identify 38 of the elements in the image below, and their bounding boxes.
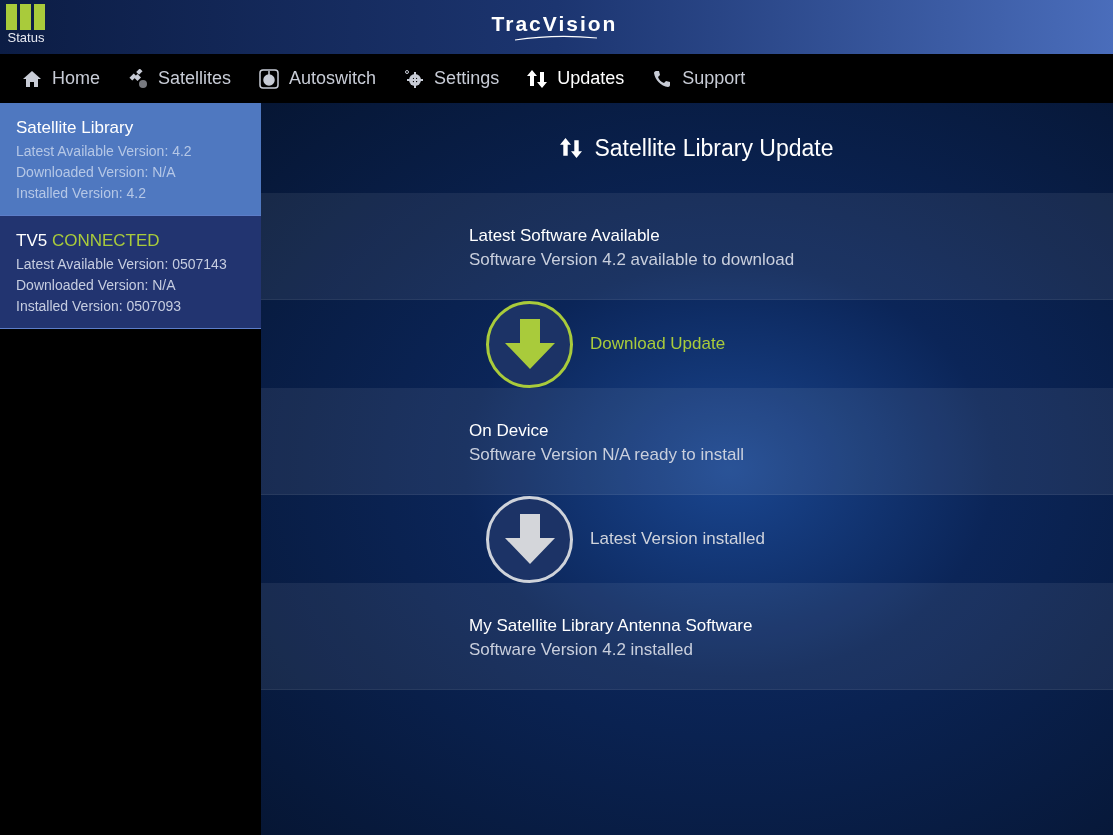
up-down-arrows-icon: [527, 68, 548, 89]
satellite-icon: [128, 68, 148, 89]
status-label: Status: [7, 30, 45, 46]
section-heading: On Device: [469, 420, 550, 442]
nav-tab[interactable]: Updates: [527, 65, 625, 92]
house-icon: [22, 68, 42, 89]
connection-status: CONNECTED: [51, 231, 160, 250]
section-detail: Software Version 4.2 installed: [469, 639, 694, 661]
down-arrow-icon: [504, 319, 555, 369]
nav-tab[interactable]: Settings: [404, 65, 500, 92]
section-heading: Latest Software Available: [469, 225, 661, 247]
gear-icon: [404, 68, 425, 89]
item-title: Satellite Library: [16, 118, 134, 137]
page-title: Satellite Library Update: [594, 133, 834, 163]
section-detail: Software Version 4.2 available to download: [469, 249, 796, 271]
sidebar-item[interactable]: TV5 CONNECTED Latest Available Version: 0507143 Downloaded Version: N/A Installed Version: 0507093: [0, 216, 261, 329]
version-line: Latest Available Version: 0507143: [16, 255, 228, 274]
version-line: Installed Version: 0507093: [16, 297, 182, 316]
section-heading: My Satellite Library Antenna Software: [469, 615, 754, 637]
status-bars-icon[interactable]: [6, 4, 46, 30]
action-label: Download Update: [590, 333, 726, 356]
action-label: Latest Version installed: [590, 528, 765, 551]
dial-icon: [259, 68, 280, 89]
up-down-arrows-icon: [560, 137, 583, 159]
nav-tab[interactable]: Autoswitch: [259, 65, 377, 92]
nav-tab[interactable]: Home: [22, 65, 100, 92]
version-line: Latest Available Version: 4.2: [16, 142, 193, 161]
version-line: Downloaded Version: N/A: [16, 163, 177, 182]
section-detail: Software Version N/A ready to install: [469, 444, 745, 466]
version-line: Installed Version: 4.2: [16, 184, 147, 203]
nav-tab[interactable]: Satellites: [128, 65, 232, 92]
phone-icon: [652, 68, 673, 89]
nav-tab[interactable]: Support: [652, 65, 746, 92]
item-title: TV5: [16, 231, 48, 250]
down-arrow-icon: [504, 514, 555, 564]
sidebar-item[interactable]: Satellite Library Latest Available Version: 4.2 Downloaded Version: N/A Installed Version: 4.2: [0, 103, 261, 216]
logo-text: TracVision: [491, 13, 618, 34]
version-line: Downloaded Version: N/A: [16, 276, 177, 295]
